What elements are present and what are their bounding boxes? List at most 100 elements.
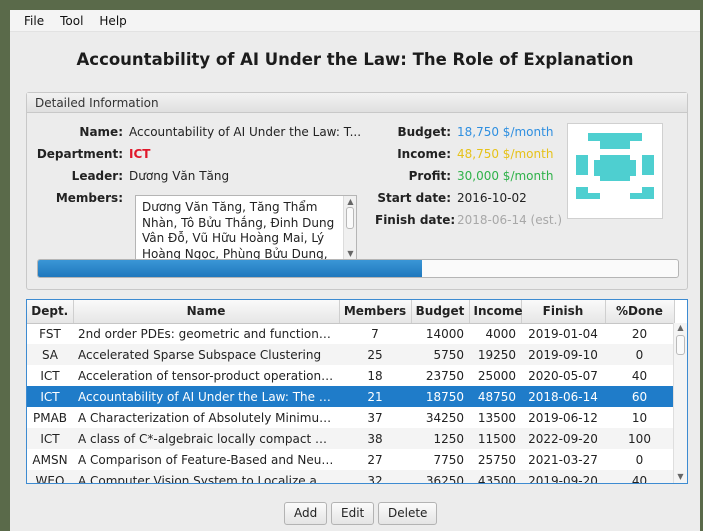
menu-help[interactable]: Help <box>91 14 134 28</box>
projects-table[interactable]: Dept. Name Members Budget Income Finish … <box>26 299 688 484</box>
start-date-value: 2016-10-02 <box>457 191 527 205</box>
cell-done: 20 <box>605 323 674 344</box>
column-header-finish[interactable]: Finish <box>521 300 606 324</box>
cell-name: Acceleration of tensor-product operation… <box>73 365 339 386</box>
cell-finish: 2021-03-27 <box>521 449 605 470</box>
cell-dept: AMSN <box>27 449 73 470</box>
cell-dept: WEO <box>27 470 73 483</box>
project-logo <box>567 123 663 219</box>
cell-finish: 2019-09-10 <box>521 344 605 365</box>
table-scrollbar[interactable]: ▲ ▼ <box>673 323 687 483</box>
progress-bar <box>37 259 679 278</box>
cell-name: A Comparison of Feature-Based and Neur..… <box>73 449 339 470</box>
budget-row: Budget: 18,750 $/month <box>375 125 553 139</box>
cell-members: 21 <box>339 386 411 407</box>
cell-done: 60 <box>605 386 674 407</box>
panel-header: Detailed Information <box>27 93 687 113</box>
cell-budget: 36250 <box>411 470 469 483</box>
scroll-down-icon[interactable]: ▼ <box>345 249 356 259</box>
cell-dept: SA <box>27 344 73 365</box>
cell-income: 11500 <box>469 428 521 449</box>
finish-date-row: Finish date: 2018-06-14 (est.) <box>375 213 562 227</box>
cell-income: 48750 <box>469 386 521 407</box>
income-value: 48,750 $/month <box>457 147 554 161</box>
cell-members: 7 <box>339 323 411 344</box>
table-row[interactable]: WEO A Computer Vision System to Localize … <box>27 470 674 483</box>
cell-income: 43500 <box>469 470 521 483</box>
cell-dept: ICT <box>27 365 73 386</box>
cell-finish: 2018-06-14 <box>521 386 605 407</box>
delete-button[interactable]: Delete <box>378 502 438 525</box>
department-label: Department: <box>36 147 123 161</box>
cell-finish: 2022-09-20 <box>521 428 605 449</box>
column-header-done[interactable]: %Done <box>605 300 675 324</box>
table-row[interactable]: PMAB A Characterization of Absolutely Min… <box>27 407 674 428</box>
cell-name: Accelerated Sparse Subspace Clustering <box>73 344 339 365</box>
cell-done: 100 <box>605 428 674 449</box>
cell-budget: 18750 <box>411 386 469 407</box>
name-label: Name: <box>79 125 123 139</box>
column-header-name[interactable]: Name <box>73 300 340 324</box>
table-row[interactable]: AMSN A Comparison of Feature-Based and Ne… <box>27 449 674 470</box>
cell-income: 13500 <box>469 407 521 428</box>
cell-members: 37 <box>339 407 411 428</box>
cell-income: 25750 <box>469 449 521 470</box>
table-scroll-up-icon[interactable]: ▲ <box>675 323 686 333</box>
members-scrollbar[interactable]: ▲ ▼ <box>343 196 356 260</box>
budget-value: 18,750 $/month <box>457 125 554 139</box>
profit-value: 30,000 $/month <box>457 169 554 183</box>
table-scroll-thumb[interactable] <box>676 335 685 355</box>
table-row[interactable]: ICT Accountability of AI Under the Law: T… <box>27 386 674 407</box>
table-row[interactable]: SA Accelerated Sparse Subspace Clustering… <box>27 344 674 365</box>
cell-done: 0 <box>605 449 674 470</box>
cell-members: 38 <box>339 428 411 449</box>
income-row: Income: 48,750 $/month <box>375 147 553 161</box>
cell-budget: 34250 <box>411 407 469 428</box>
cell-dept: FST <box>27 323 73 344</box>
cell-income: 25000 <box>469 365 521 386</box>
cell-members: 25 <box>339 344 411 365</box>
column-header-dept[interactable]: Dept. <box>27 300 74 324</box>
cell-budget: 23750 <box>411 365 469 386</box>
table-row[interactable]: ICT A class of C*-algebraic locally compa… <box>27 428 674 449</box>
cell-budget: 14000 <box>411 323 469 344</box>
add-button[interactable]: Add <box>284 502 328 525</box>
cell-finish: 2019-06-12 <box>521 407 605 428</box>
department-row: Department: ICT <box>35 147 151 161</box>
cell-finish: 2019-01-04 <box>521 323 605 344</box>
cell-name: Accountability of AI Under the Law: The … <box>73 386 339 407</box>
cell-budget: 1250 <box>411 428 469 449</box>
members-textarea[interactable]: Dương Văn Tăng, Tăng Thẩm Nhàn, Tô Bửu T… <box>135 195 357 261</box>
edit-button[interactable]: Edit <box>331 502 375 525</box>
cell-dept: ICT <box>27 386 73 407</box>
cell-members: 18 <box>339 365 411 386</box>
members-value: Dương Văn Tăng, Tăng Thẩm Nhàn, Tô Bửu T… <box>142 200 335 261</box>
scroll-up-icon[interactable]: ▲ <box>345 197 356 207</box>
cell-name: A Characterization of Absolutely Minimum… <box>73 407 339 428</box>
table-row[interactable]: ICT Acceleration of tensor-product operat… <box>27 365 674 386</box>
cell-done: 40 <box>605 365 674 386</box>
column-header-income[interactable]: Income <box>469 300 523 324</box>
start-date-label: Start date: <box>377 191 451 205</box>
leader-row: Leader: Dương Văn Tăng <box>35 169 229 183</box>
members-scroll-thumb[interactable] <box>346 207 354 229</box>
menu-file[interactable]: File <box>16 14 52 28</box>
name-value: Accountability of AI Under the Law: T... <box>129 125 362 139</box>
members-row: Members: <box>35 191 123 205</box>
income-label: Income: <box>397 147 451 161</box>
menu-tool[interactable]: Tool <box>52 14 91 28</box>
column-header-members[interactable]: Members <box>339 300 412 324</box>
profit-row: Profit: 30,000 $/month <box>375 169 554 183</box>
finish-date-value: 2018-06-14 (est.) <box>457 213 563 227</box>
name-row: Name: Accountability of AI Under the Law… <box>35 125 361 139</box>
cell-done: 0 <box>605 344 674 365</box>
cell-done: 10 <box>605 407 674 428</box>
start-date-row: Start date: 2016-10-02 <box>375 191 527 205</box>
cell-done: 40 <box>605 470 674 483</box>
table-row[interactable]: FST 2nd order PDEs: geometric and functio… <box>27 323 674 344</box>
leader-label: Leader: <box>71 169 123 183</box>
column-header-budget[interactable]: Budget <box>411 300 470 324</box>
table-scroll-down-icon[interactable]: ▼ <box>675 472 686 482</box>
cell-income: 19250 <box>469 344 521 365</box>
cell-dept: ICT <box>27 428 73 449</box>
